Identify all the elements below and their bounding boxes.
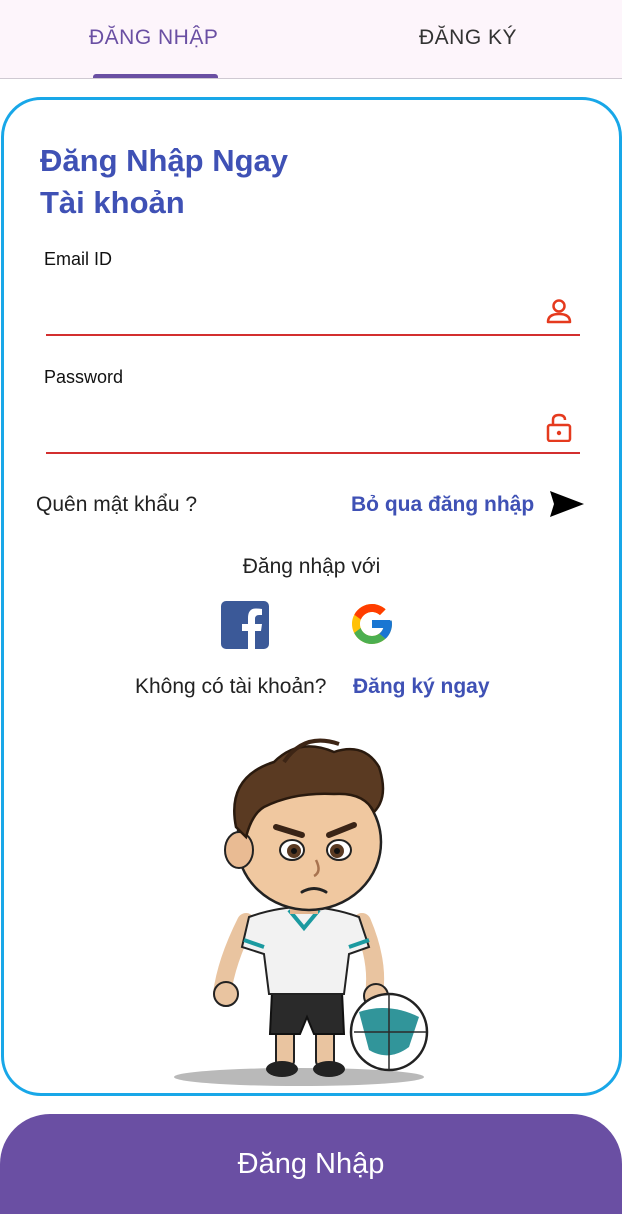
page-title: Đăng Nhập Ngay Tài khoản (40, 140, 288, 224)
tab-indicator (93, 74, 218, 78)
no-account-label: Không có tài khoản? (135, 675, 327, 698)
title-line-1: Đăng Nhập Ngay (40, 143, 289, 178)
google-icon[interactable] (348, 600, 396, 648)
login-button[interactable]: Đăng Nhập (0, 1114, 622, 1214)
tab-register[interactable]: ĐĂNG KÝ (419, 26, 517, 50)
login-with-label: Đăng nhập với (242, 555, 381, 578)
title-line-2: Tài khoản (40, 185, 185, 220)
send-icon[interactable] (549, 489, 585, 519)
register-now-link[interactable]: Đăng ký ngay (353, 675, 490, 699)
email-label: Email ID (44, 249, 113, 269)
password-underline (46, 452, 580, 454)
person-icon (546, 299, 572, 324)
soccer-player-illustration (174, 738, 429, 1086)
skip-login-link[interactable]: Bỏ qua đăng nhập (351, 493, 534, 517)
login-card: Đăng Nhập Ngay Tài khoản Email ID Passwo… (1, 97, 622, 1096)
forgot-password-link[interactable]: Quên mật khẩu ? (36, 493, 197, 517)
tab-login[interactable]: ĐĂNG NHẬP (89, 26, 218, 50)
lock-icon[interactable] (544, 412, 574, 442)
password-label: Password (44, 367, 124, 387)
password-field[interactable] (46, 410, 540, 452)
email-underline (46, 334, 580, 336)
tab-bar: ĐĂNG NHẬP ĐĂNG KÝ (0, 0, 622, 79)
email-field[interactable] (46, 293, 540, 335)
facebook-icon[interactable] (220, 600, 270, 650)
